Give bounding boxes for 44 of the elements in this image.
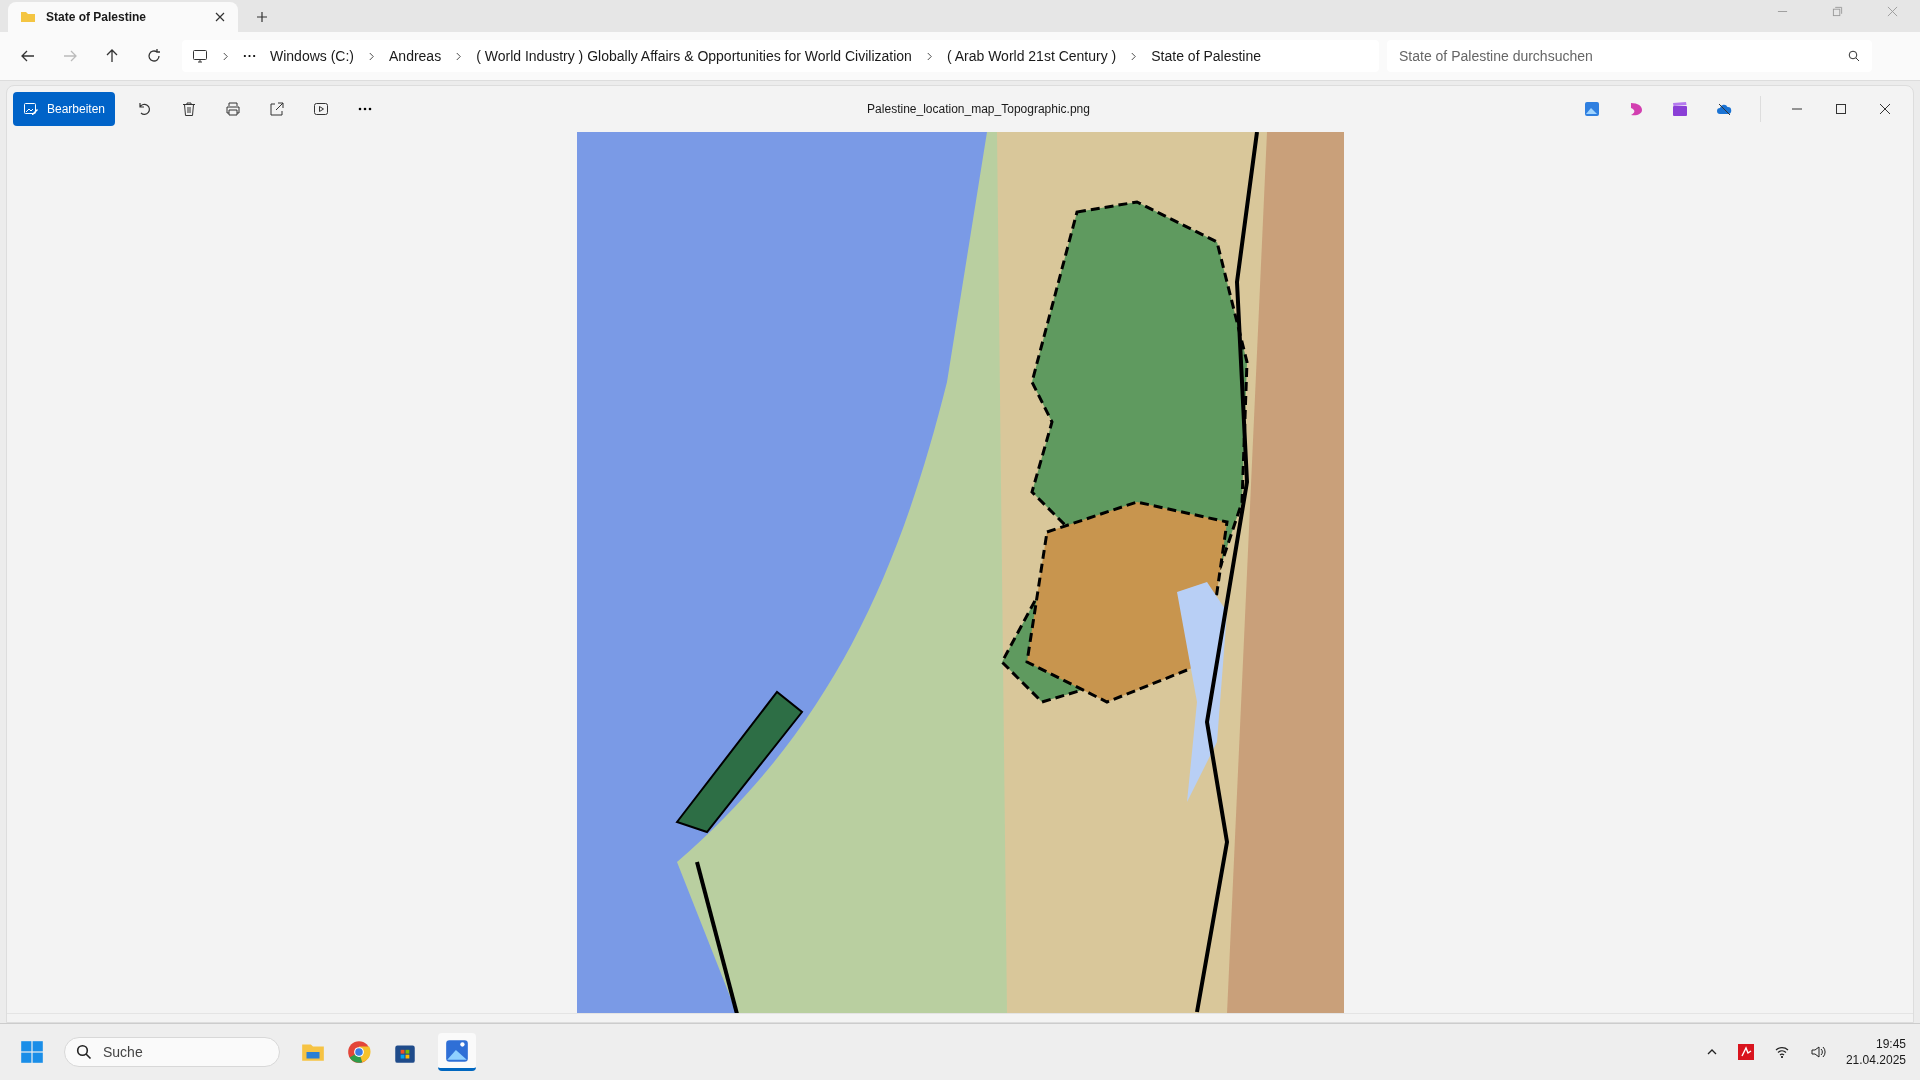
clock-time: 19:45 [1875, 1036, 1906, 1052]
wifi-icon[interactable] [1773, 1044, 1790, 1060]
clapperboard-icon[interactable] [1672, 101, 1688, 117]
chevron-icon [925, 51, 933, 61]
clock-date: 21.04.2025 [1845, 1052, 1906, 1068]
browser-icon[interactable] [346, 1039, 372, 1065]
printer-icon[interactable] [225, 101, 242, 117]
refresh-icon[interactable] [146, 48, 162, 64]
folder-icon [20, 9, 36, 25]
close-icon[interactable] [214, 11, 226, 23]
cloud-off-icon[interactable] [1716, 101, 1732, 117]
tab-title: State of Palestine [46, 10, 148, 24]
new-tab-icon[interactable] [256, 11, 268, 23]
speaker-icon[interactable] [1809, 1044, 1826, 1060]
trash-icon[interactable] [181, 101, 198, 117]
file-name: Palestine_location_map_Topographic.png [866, 102, 1091, 116]
edit-image-icon [23, 101, 39, 117]
chevron-icon [455, 51, 463, 61]
breadcrumb-item[interactable]: Andreas [389, 48, 442, 64]
breadcrumb-item[interactable]: ( World Industry ) Globally Affairs & Opportunities for World Civilization [476, 48, 912, 64]
breadcrumb-item[interactable]: ( Arab World 21st Century ) [946, 48, 1117, 64]
close-icon[interactable] [1877, 101, 1893, 117]
photo-app-icon [444, 1037, 470, 1064]
breadcrumb-item[interactable]: State of Palestine [1151, 48, 1261, 64]
address-bar[interactable]: Windows (C:) Andreas ( World Industry ) Globally Affairs & Opportunities for World Civilization ( Arab World 21st Century ) State of Palestine [182, 40, 1379, 72]
chevron-icon [368, 51, 375, 61]
photo-app-icon[interactable] [1584, 101, 1600, 117]
chevron-icon [1130, 51, 1138, 61]
back-arrow-icon[interactable] [20, 48, 36, 64]
search-icon [1848, 50, 1860, 62]
windows-logo-icon[interactable] [20, 1040, 44, 1064]
up-arrow-icon[interactable] [104, 48, 120, 64]
chevron-icon [222, 51, 229, 61]
monitor-icon [192, 48, 208, 64]
folder-tab[interactable]: State of Palestine [8, 2, 238, 32]
photos-app-button[interactable] [438, 1033, 476, 1071]
maximize-icon[interactable] [1833, 101, 1849, 117]
play-icon[interactable] [313, 101, 330, 117]
share-icon[interactable] [269, 101, 286, 117]
more-icon[interactable] [243, 54, 256, 58]
edit-button[interactable]: Bearbeiten [13, 92, 116, 126]
taskbar-search-field[interactable]: Suche [64, 1037, 280, 1067]
breadcrumb-item[interactable]: Windows (C:) [270, 48, 354, 64]
search-field[interactable]: State of Palestine durchsuchen [1387, 40, 1872, 72]
